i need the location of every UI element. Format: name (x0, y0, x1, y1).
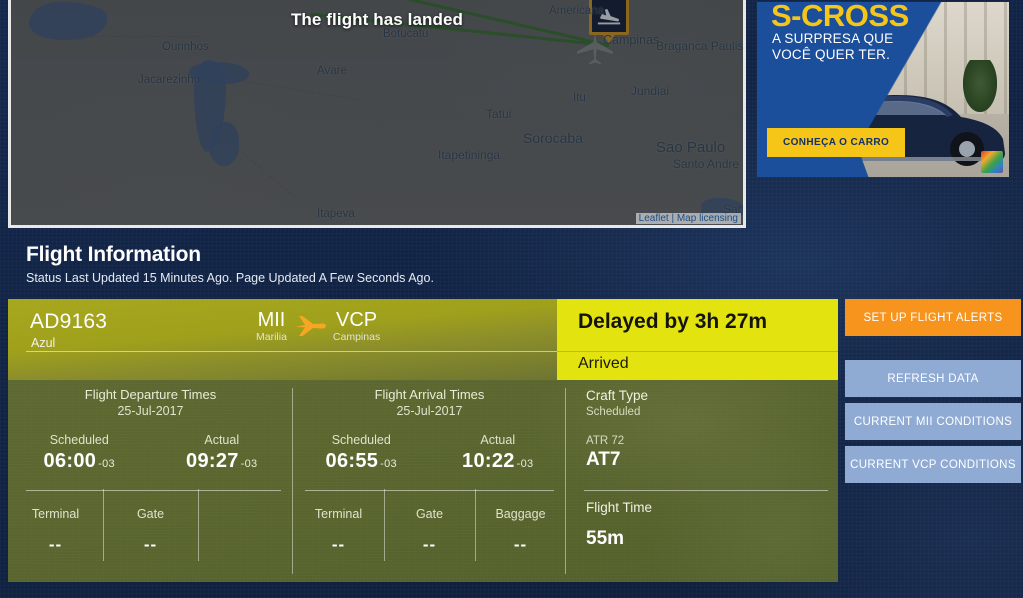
departure-actual-label: Actual (204, 433, 240, 447)
departure-terminal-value: -- (48, 535, 63, 554)
craft-full-name: ATR 72 (586, 435, 625, 447)
departure-actual: Actual 09:27 -03 (151, 433, 294, 473)
ad-title: S-CROSS (771, 2, 909, 33)
arrival-actual-time: 10:22 (462, 450, 515, 472)
leaflet-link[interactable]: Leaflet (639, 213, 669, 224)
arrival-terminal: Terminal -- (293, 497, 384, 555)
current-origin-conditions-button[interactable]: CURRENT MII CONDITIONS (845, 403, 1021, 440)
arrival-scheduled-label: Scheduled (331, 433, 391, 447)
arrival-date: 25-Jul-2017 (396, 404, 463, 418)
arrival-baggage-value: -- (513, 535, 528, 554)
airplane-icon (294, 316, 326, 336)
ad-subtitle: A SURPRESA QUE VOCÊ QUER TER. (772, 31, 893, 63)
origin-airport: MII Marilia (256, 309, 287, 344)
ad-subtitle-line: A SURPRESA QUE (772, 31, 894, 46)
craft-scheduled-label: Scheduled (586, 406, 641, 418)
departure-empty-cell (198, 489, 293, 561)
arrival-divider (305, 490, 554, 491)
arrival-actual-value: 10:22 -03 (430, 450, 567, 473)
map-licensing-link[interactable]: Map licensing (677, 213, 738, 224)
ad-brand-logo (981, 151, 1003, 173)
arrival-actual: Actual 10:22 -03 (430, 433, 567, 473)
flight-details-panel: AD9163 Azul MII Marilia VCP Campinas Del… (8, 299, 838, 582)
departure-gate-label: Gate (136, 507, 165, 521)
flight-landed-banner: The flight has landed (290, 10, 464, 29)
ad-subtitle-line: VOCÊ QUER TER. (772, 47, 891, 62)
arrival-scheduled-value: 06:55 -03 (293, 450, 430, 473)
departure-date: 25-Jul-2017 (117, 404, 184, 418)
panel-body-row: Flight Departure Times 25-Jul-2017 Sched… (8, 380, 838, 582)
flight-tracker-page: Ourinhos Jacarezinho Avare Botucatu American… (0, 0, 1023, 598)
origin-city: Marilia (256, 331, 287, 343)
departure-sub-row: Terminal -- Gate -- (8, 489, 293, 561)
departure-scheduled-tz: -03 (98, 458, 115, 470)
craft-divider (584, 490, 828, 491)
departure-terminal-label: Terminal (31, 507, 80, 521)
arrival-status: Arrived (578, 355, 629, 372)
destination-airport: VCP Campinas (333, 309, 380, 344)
craft-type-label: Craft Type (586, 388, 649, 403)
refresh-data-button[interactable]: REFRESH DATA (845, 360, 1021, 397)
advertisement-banner[interactable]: S-CROSS A SURPRESA QUE VOCÊ QUER TER. CON… (757, 2, 1009, 177)
destination-code: VCP (336, 309, 378, 331)
arrival-actual-tz: -03 (516, 458, 534, 470)
departure-gate: Gate -- (103, 489, 198, 561)
map-attribution: Leaflet | Map licensing (635, 213, 741, 224)
arrival-baggage: Baggage -- (475, 489, 566, 561)
page-title: Flight Information (26, 243, 201, 266)
departure-scheduled: Scheduled 06:00 -03 (8, 433, 151, 473)
arrival-baggage-label: Baggage (495, 507, 546, 521)
departure-title: Flight Departure Times (84, 387, 217, 402)
flight-map[interactable]: Ourinhos Jacarezinho Avare Botucatu American… (8, 0, 746, 228)
arrival-terminal-value: -- (331, 535, 346, 554)
set-up-flight-alerts-button[interactable]: SET UP FLIGHT ALERTS (845, 299, 1021, 336)
arrival-gate-value: -- (422, 535, 437, 554)
departure-actual-tz: -03 (240, 458, 258, 470)
flight-time-value: 55m (586, 528, 625, 549)
action-buttons-panel: SET UP FLIGHT ALERTS REFRESH DATA CURREN… (845, 299, 1021, 483)
status-updated-text: Status Last Updated 15 Minutes Ago. Page… (26, 271, 434, 285)
departure-column: Flight Departure Times 25-Jul-2017 Sched… (8, 380, 293, 582)
delay-status: Delayed by 3h 27m (578, 310, 768, 333)
origin-code: MII (257, 309, 286, 331)
departure-actual-time: 09:27 (186, 450, 239, 472)
route-summary: MII Marilia VCP Campinas (256, 309, 380, 344)
flight-information-header: Flight Information Status Last Updated 1… (26, 243, 434, 285)
departure-scheduled-label: Scheduled (49, 433, 109, 447)
arrival-terminal-label: Terminal (314, 507, 363, 521)
arrival-title: Flight Arrival Times (374, 387, 485, 402)
departure-divider (26, 490, 281, 491)
flight-number: AD9163 (30, 310, 108, 333)
arrival-actual-label: Actual (480, 433, 516, 447)
craft-code: AT7 (586, 449, 621, 470)
flight-identity-block: AD9163 Azul MII Marilia VCP Campinas (8, 299, 557, 380)
arrival-scheduled-time: 06:55 (325, 450, 379, 472)
departure-scheduled-time: 06:00 (43, 450, 97, 472)
departure-scheduled-value: 06:00 -03 (8, 450, 151, 473)
departure-terminal: Terminal -- (8, 497, 103, 555)
arrival-gate: Gate -- (384, 489, 475, 561)
panel-top-row: AD9163 Azul MII Marilia VCP Campinas Del… (8, 299, 838, 380)
departure-times: Scheduled 06:00 -03 Actual 09:27 -03 (8, 418, 293, 473)
arrival-times: Scheduled 06:55 -03 Actual 10:22 -03 (293, 418, 566, 473)
arrival-scheduled-tz: -03 (380, 458, 397, 470)
flight-status-block: Delayed by 3h 27m Arrived (557, 299, 838, 380)
attr-separator: | (668, 213, 677, 224)
airline-name: Azul (31, 336, 56, 350)
arrival-scheduled: Scheduled 06:55 -03 (293, 433, 430, 473)
departure-gate-value: -- (143, 535, 158, 554)
arrival-sub-row: Terminal -- Gate -- Baggage -- (293, 489, 566, 561)
arrival-gate-label: Gate (415, 507, 444, 521)
flight-time-label: Flight Time (586, 500, 653, 515)
arrival-column: Flight Arrival Times 25-Jul-2017 Schedul… (293, 380, 566, 582)
destination-city: Campinas (332, 331, 381, 343)
ad-cta-button[interactable]: CONHEÇA O CARRO (767, 128, 906, 157)
map-dim-overlay (11, 0, 743, 225)
departure-actual-value: 09:27 -03 (151, 450, 294, 473)
current-destination-conditions-button[interactable]: CURRENT VCP CONDITIONS (845, 446, 1021, 483)
craft-column: Craft Type Scheduled ATR 72 AT7 Flight T… (566, 380, 838, 582)
